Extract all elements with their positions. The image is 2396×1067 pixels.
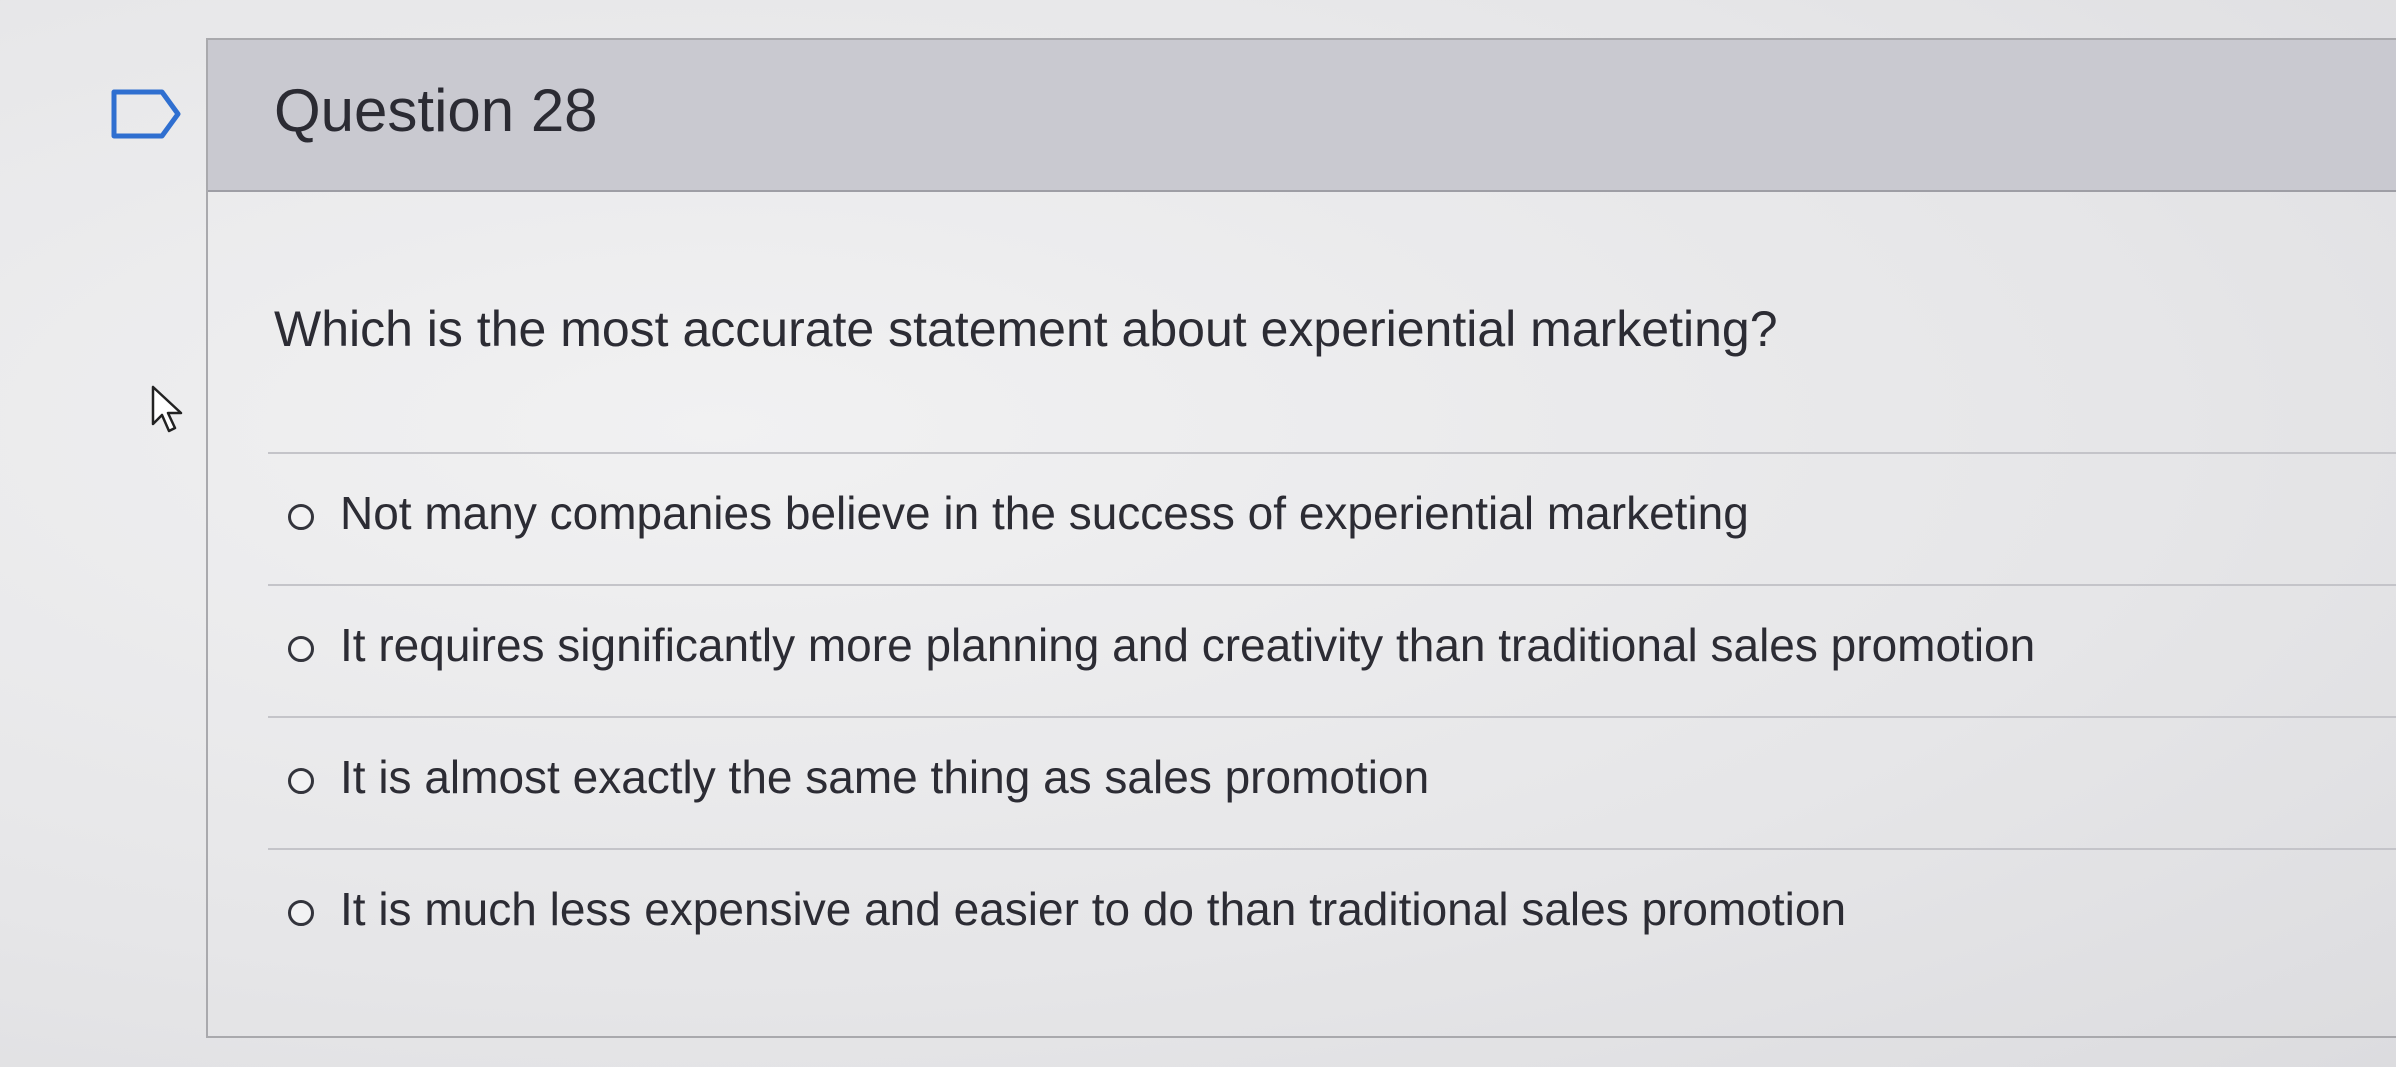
question-header: Question 28 [208,40,2396,192]
answer-label[interactable]: It requires significantly more planning … [340,618,2035,672]
radio-button[interactable] [288,504,314,530]
answer-option-1[interactable]: Not many companies believe in the succes… [268,452,2396,584]
answer-option-3[interactable]: It is almost exactly the same thing as s… [268,716,2396,848]
mouse-pointer-icon [151,385,183,433]
radio-button[interactable] [288,900,314,926]
radio-button[interactable] [288,636,314,662]
flag-question-icon[interactable] [110,88,182,140]
question-card: Question 28 Which is the most accurate s… [206,38,2396,1038]
answer-label[interactable]: It is almost exactly the same thing as s… [340,750,1429,804]
answer-label[interactable]: Not many companies believe in the succes… [340,486,1749,540]
answer-option-4[interactable]: It is much less expensive and easier to … [268,848,2396,980]
answer-option-2[interactable]: It requires significantly more planning … [268,584,2396,716]
question-title: Question 28 [274,77,598,144]
radio-button[interactable] [288,768,314,794]
question-prompt: Which is the most accurate statement abo… [274,301,1778,357]
answer-list: Not many companies believe in the succes… [268,452,2396,980]
answer-label[interactable]: It is much less expensive and easier to … [340,882,1846,936]
